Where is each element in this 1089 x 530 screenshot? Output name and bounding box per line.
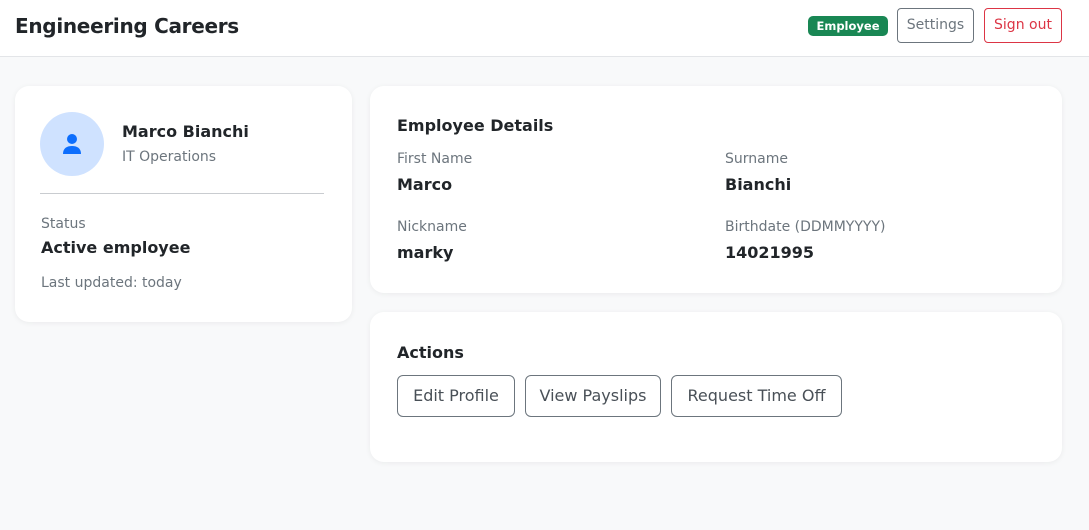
actions-title: Actions — [397, 343, 464, 362]
settings-button[interactable]: Settings — [897, 8, 974, 43]
birthdate-label: Birthdate (DDMMYYYY) — [725, 219, 886, 235]
top-navbar: Engineering Careers Employee Settings Si… — [0, 0, 1089, 57]
profile-department: IT Operations — [122, 149, 217, 165]
surname-label: Surname — [725, 151, 788, 167]
nickname-value: marky — [397, 243, 454, 262]
first-name-label: First Name — [397, 151, 473, 167]
surname-value: Bianchi — [725, 175, 792, 194]
profile-name: Marco Bianchi — [122, 122, 249, 141]
sign-out-button[interactable]: Sign out — [984, 8, 1062, 43]
last-updated-text: Last updated: today — [41, 275, 182, 291]
role-badge: Employee — [808, 16, 888, 36]
first-name-value: Marco — [397, 175, 453, 194]
status-value: Active employee — [41, 238, 191, 257]
view-payslips-button[interactable]: View Payslips — [525, 375, 661, 417]
employee-details-card: Employee Details First Name Marco Surnam… — [370, 86, 1062, 293]
profile-divider — [40, 193, 324, 194]
nickname-label: Nickname — [397, 219, 467, 235]
user-icon — [63, 134, 81, 154]
details-title: Employee Details — [397, 116, 554, 135]
brand-title[interactable]: Engineering Careers — [15, 14, 239, 38]
actions-card: Actions Edit Profile View Payslips Reque… — [370, 312, 1062, 462]
profile-card: Marco Bianchi IT Operations Status Activ… — [15, 86, 352, 322]
status-label: Status — [41, 216, 86, 232]
edit-profile-button[interactable]: Edit Profile — [397, 375, 515, 417]
avatar — [40, 112, 104, 176]
request-time-off-button[interactable]: Request Time Off — [671, 375, 842, 417]
birthdate-value: 14021995 — [725, 243, 815, 262]
